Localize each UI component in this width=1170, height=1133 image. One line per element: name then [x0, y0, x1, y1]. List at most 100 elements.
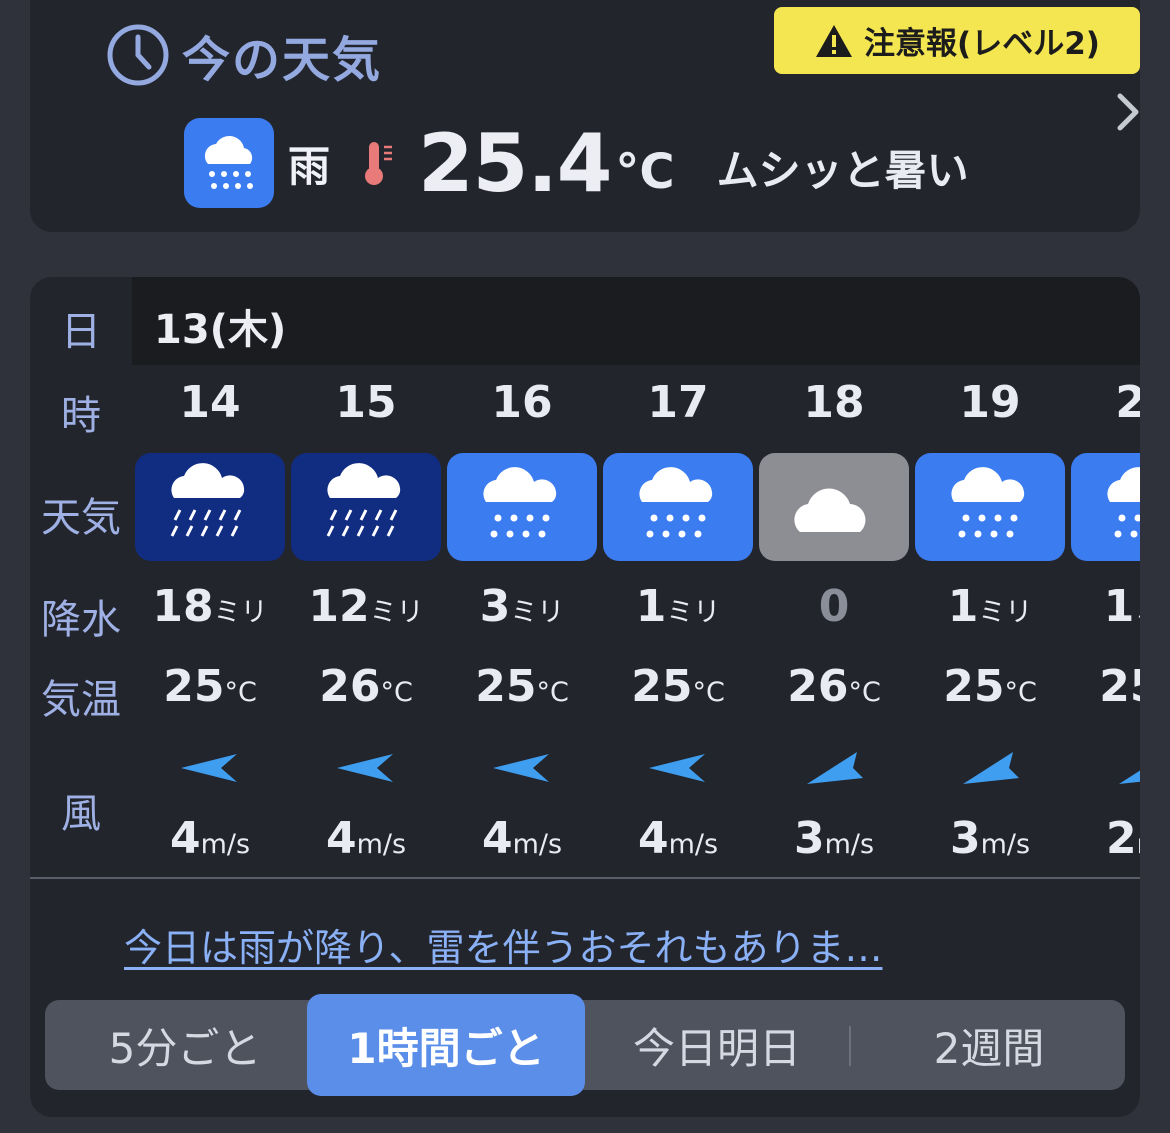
tab-hourly[interactable]: 1時間ごと: [307, 994, 585, 1096]
forecast-summary-link[interactable]: 今日は雨が降り、雷を伴うおそれもありま…: [124, 917, 882, 972]
clock-icon: [107, 24, 169, 86]
temp-number: 25: [475, 661, 537, 712]
hour-label: 20: [1115, 377, 1140, 428]
temp-unit: °C: [1004, 677, 1037, 708]
wind-direction-icon: [333, 748, 399, 792]
tab-2weeks[interactable]: 2週間: [855, 1000, 1123, 1090]
current-feel-description: ムシッと暑い: [716, 145, 969, 195]
precipitation-value: 1ミリ: [600, 581, 756, 632]
precipitation-value: 3ミリ: [444, 581, 600, 632]
precip-amount: 0: [818, 581, 850, 632]
hour-label: 19: [959, 377, 1021, 428]
temp-number: 25: [631, 661, 693, 712]
precip-unit: ミリ: [369, 597, 424, 628]
wind-number: 4: [169, 813, 201, 864]
hour-label: 14: [179, 377, 241, 428]
hour-label: 17: [647, 377, 709, 428]
temperature-value: 25°C: [600, 661, 756, 712]
precipitation-value: 12ミリ: [288, 581, 444, 632]
divider: [30, 877, 1140, 879]
interval-tabs: 5分ごと 1時間ごと 今日明日 2週間: [45, 994, 1125, 1096]
label-precip: 降水: [41, 597, 121, 643]
hour-column: 15 12ミリ 26°C 4m/s: [288, 365, 444, 877]
warning-badge[interactable]: 注意報(レベル2): [774, 7, 1140, 74]
precip-unit: ミリ: [213, 597, 268, 628]
precipitation-value: 0: [756, 581, 912, 632]
precipitation-value: 1ミリ: [912, 581, 1068, 632]
wind-unit: m/s: [356, 829, 407, 860]
rain-icon: [1071, 453, 1140, 561]
wind-speed: 2m/s: [1068, 813, 1140, 864]
wind-speed: 4m/s: [444, 813, 600, 864]
warning-icon: [816, 24, 853, 57]
temp-unit: °C: [848, 677, 881, 708]
wind-direction-icon: [1113, 748, 1140, 792]
wind-unit: m/s: [200, 829, 251, 860]
row-labels: 日 時 天気 降水 気温 風: [30, 277, 132, 877]
wind-speed: 4m/s: [288, 813, 444, 864]
precip-amount: 1: [947, 581, 979, 632]
hour-label: 18: [803, 377, 865, 428]
precipitation-value: 18ミリ: [132, 581, 288, 632]
label-weather: 天気: [41, 495, 121, 541]
current-weather-header: 今の天気: [104, 20, 382, 90]
hourly-forecast-card: 日 時 天気 降水 気温 風 13(木) 14 18ミリ 25°C 4m/s 15 12ミ…: [30, 277, 1140, 1117]
temp-unit: °C: [536, 677, 569, 708]
tab-5min[interactable]: 5分ごと: [57, 1000, 313, 1090]
current-conditions: 雨 25.4 °C ムシッと暑い: [184, 116, 969, 210]
temperature-value: 26°C: [756, 661, 912, 712]
hour-column: 18 0 26°C 3m/s: [756, 365, 912, 877]
current-weather-card[interactable]: 今の天気 注意報(レベル2) 雨 25.4 °C ムシッと暑い: [30, 0, 1140, 232]
hour-column: 20 1ミリ 25°C 2m/s: [1068, 365, 1140, 877]
current-temperature: 25.4: [418, 116, 612, 210]
rain-icon: [184, 118, 274, 208]
hour-label: 15: [335, 377, 397, 428]
warning-text: 注意報(レベル2): [864, 26, 1100, 62]
label-day: 日: [61, 309, 101, 355]
label-temp: 気温: [41, 677, 121, 723]
temperature-value: 25°C: [1068, 661, 1140, 712]
temp-unit: °C: [224, 677, 257, 708]
temperature-value: 25°C: [912, 661, 1068, 712]
temperature-value: 25°C: [132, 661, 288, 712]
wind-direction-icon: [177, 748, 243, 792]
wind-direction-icon: [489, 748, 555, 792]
wind-number: 4: [325, 813, 357, 864]
hour-column: 14 18ミリ 25°C 4m/s: [132, 365, 288, 877]
hour-label: 16: [491, 377, 553, 428]
precipitation-value: 1ミリ: [1068, 581, 1140, 632]
heavy-rain-icon: [291, 453, 441, 561]
wind-direction-icon: [801, 748, 867, 792]
precip-amount: 18: [152, 581, 214, 632]
rain-icon: [603, 453, 753, 561]
label-wind: 風: [61, 791, 101, 837]
wind-number: 4: [637, 813, 669, 864]
heavy-rain-icon: [135, 453, 285, 561]
precip-unit: ミリ: [1134, 597, 1140, 628]
wind-unit: m/s: [980, 829, 1031, 860]
temp-number: 26: [319, 661, 381, 712]
temp-number: 25: [1099, 661, 1140, 712]
wind-direction-icon: [645, 748, 711, 792]
temperature-value: 26°C: [288, 661, 444, 712]
temperature-value: 25°C: [444, 661, 600, 712]
wind-number: 3: [949, 813, 981, 864]
cloud-icon: [759, 453, 909, 561]
wind-speed: 3m/s: [756, 813, 912, 864]
hourly-grid[interactable]: 14 18ミリ 25°C 4m/s 15 12ミリ 26°C 4m/s 16 3ミリ 25°C 4m/…: [132, 365, 1140, 877]
wind-speed: 4m/s: [132, 813, 288, 864]
wind-number: 2: [1105, 813, 1137, 864]
wind-unit: m/s: [1137, 829, 1140, 860]
temp-number: 26: [787, 661, 849, 712]
temp-unit: °C: [692, 677, 725, 708]
current-condition: 雨: [288, 141, 331, 191]
tab-today-tomorrow[interactable]: 今日明日: [593, 1000, 841, 1090]
precip-amount: 3: [479, 581, 511, 632]
day-label: 13(木): [154, 307, 287, 353]
current-temperature-unit: °C: [615, 144, 675, 200]
precip-amount: 1: [635, 581, 667, 632]
tab-separator: [849, 1026, 851, 1066]
chevron-right-icon[interactable]: [1114, 92, 1140, 132]
wind-unit: m/s: [668, 829, 719, 860]
label-hour: 時: [61, 393, 101, 439]
